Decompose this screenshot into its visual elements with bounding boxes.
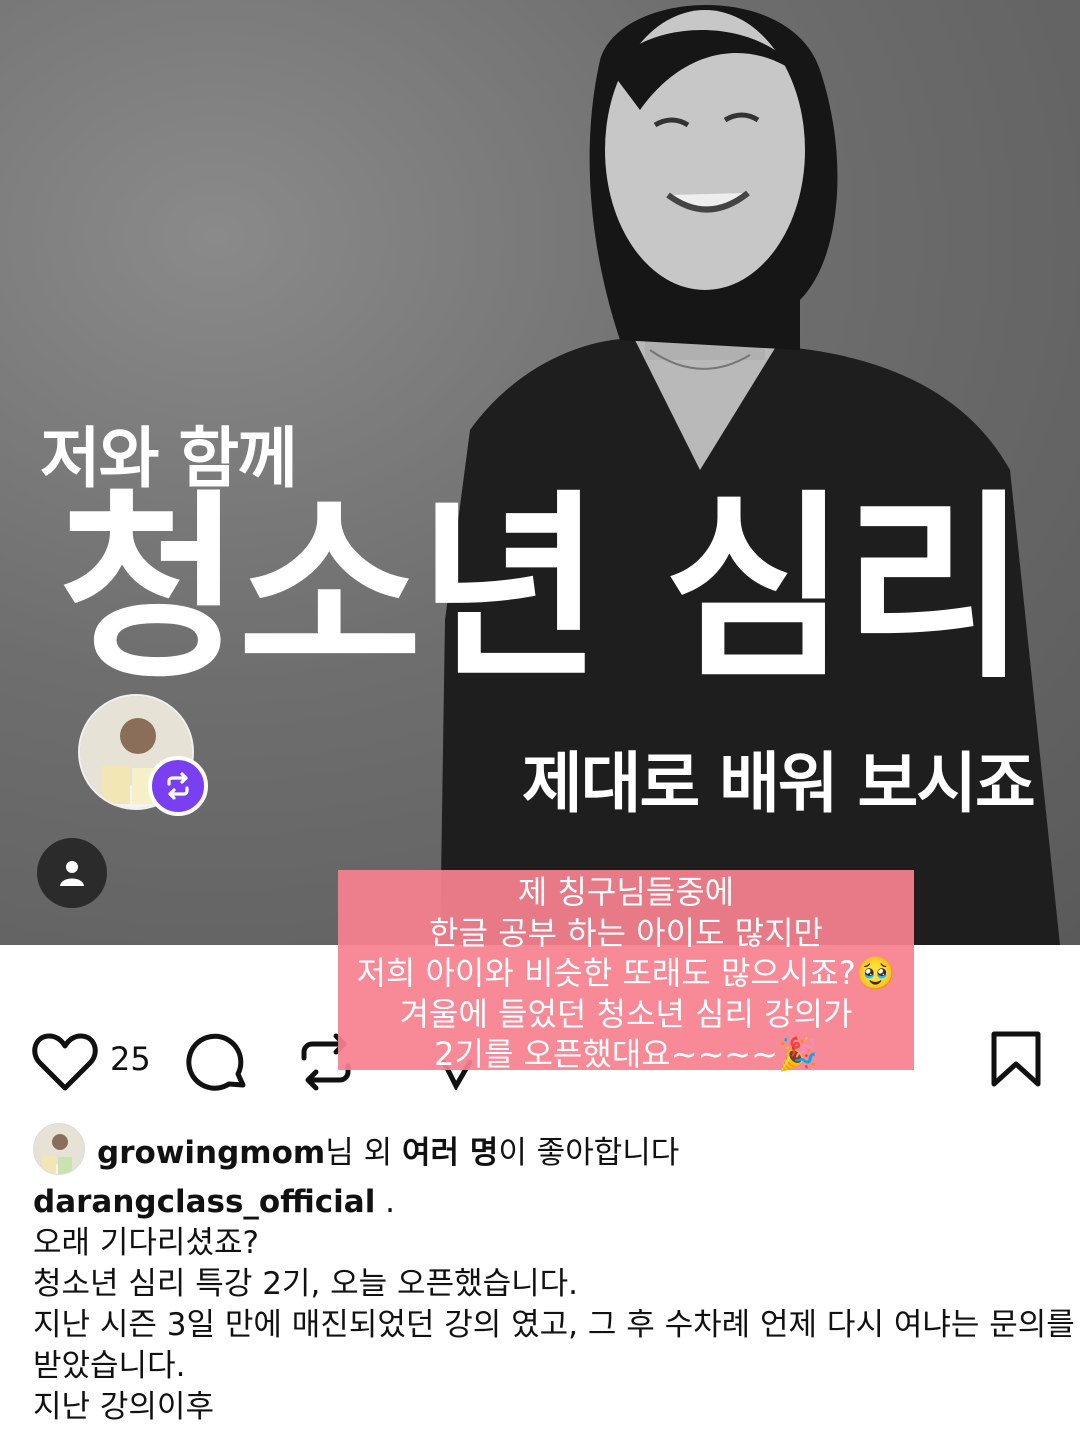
- sticker-line: 한글 공부 하는 아이도 많지만: [429, 913, 823, 952]
- liker-avatar[interactable]: [33, 1123, 85, 1175]
- hero-tagline: 제대로 배워 보시죠: [522, 745, 1036, 822]
- caption-line: 받았습니다.: [33, 1348, 186, 1384]
- like-count[interactable]: 25: [110, 1040, 151, 1078]
- post-image[interactable]: 저와 함께 청소년 심리 제대로 배워 보시죠: [0, 0, 1080, 945]
- tagged-users-button[interactable]: [37, 838, 107, 908]
- liked-by-middle: 님 외: [325, 1134, 402, 1171]
- liked-by-text[interactable]: growingmom님 외 여러 명이 좋아합니다: [97, 1127, 679, 1172]
- hero-title: 청소년 심리: [58, 473, 1028, 706]
- sticker-line: 저희 아이와 비슷한 또래도 많으시죠?🥹: [356, 954, 896, 992]
- caption-line: 청소년 심리 특강 2기, 오늘 오픈했습니다.: [33, 1266, 579, 1302]
- caption-separator: .: [375, 1184, 396, 1220]
- user-icon: [60, 861, 84, 886]
- liker-username[interactable]: growingmom: [97, 1135, 325, 1171]
- sticker-line: 겨울에 들었던 청소년 심리 강의가: [399, 994, 853, 1033]
- liked-by-others[interactable]: 여러 명: [402, 1135, 498, 1171]
- sticker-line: 2기를 오픈했대요~~~~🎉: [434, 1035, 818, 1073]
- comment-icon[interactable]: [185, 1030, 251, 1096]
- caption-username[interactable]: darangclass_official: [33, 1184, 375, 1220]
- repost-icon: [167, 772, 189, 800]
- liked-by-row[interactable]: growingmom님 외 여러 명이 좋아합니다: [33, 1122, 679, 1176]
- avatar-photo: [34, 1124, 84, 1174]
- liked-by-suffix: 이 좋아합니다: [498, 1134, 680, 1171]
- caption-line: 오래 기다리셨죠?: [33, 1225, 259, 1261]
- post-caption: darangclass_official . 오래 기다리셨죠? 청소년 심리 …: [33, 1182, 1075, 1428]
- caption-line: 지난 강의이후: [33, 1389, 214, 1425]
- text-sticker: 제 칭구님들중에 한글 공부 하는 아이도 많지만 저희 아이와 비슷한 또래도…: [338, 870, 914, 1073]
- caption-line: 지난 시즌 3일 만에 매진되었던 강의 였고, 그 후 수차례 언제 다시 여…: [33, 1307, 1075, 1343]
- bookmark-icon[interactable]: [990, 1030, 1042, 1088]
- repost-badge: [148, 756, 208, 816]
- heart-icon[interactable]: [32, 1032, 98, 1092]
- sticker-line: 제 칭구님들중에: [517, 873, 735, 911]
